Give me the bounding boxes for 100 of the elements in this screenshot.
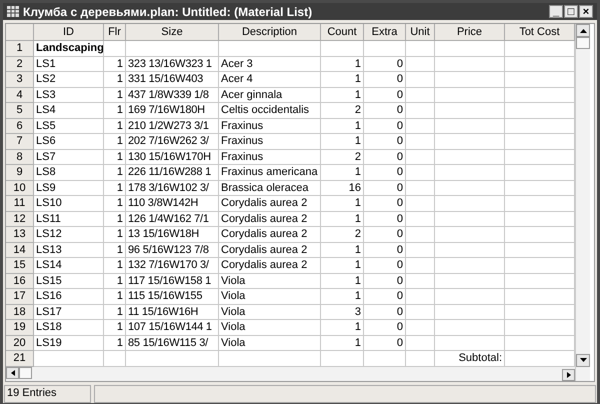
scroll-left-button[interactable] bbox=[6, 366, 19, 378]
table-cell: 1 bbox=[321, 212, 364, 227]
table-cell: 126 1/4W162 7/1 bbox=[126, 212, 219, 227]
empty-cell bbox=[406, 289, 435, 304]
empty-cell bbox=[406, 320, 435, 336]
scroll-thumb[interactable] bbox=[576, 37, 590, 49]
table-cell: Viola bbox=[219, 274, 321, 289]
table-cell: 1 bbox=[104, 274, 126, 289]
empty-cell bbox=[435, 242, 505, 258]
table-cell: 117 15/16W158 1 bbox=[126, 274, 219, 289]
table-cell: 1 bbox=[321, 88, 364, 103]
empty-cell bbox=[435, 227, 505, 242]
table-cell: 3 bbox=[321, 304, 364, 320]
close-button[interactable]: × bbox=[579, 5, 593, 18]
row-number: 17 bbox=[6, 289, 34, 304]
column-header[interactable]: ID bbox=[34, 24, 104, 41]
empty-cell bbox=[406, 242, 435, 258]
table-cell: Viola bbox=[219, 336, 321, 351]
table-cell: 0 bbox=[364, 227, 406, 242]
table-cell: 1 bbox=[104, 336, 126, 351]
table-cell: Viola bbox=[219, 304, 321, 320]
table-cell: Viola bbox=[219, 320, 321, 336]
table-cell: 1 bbox=[321, 196, 364, 212]
empty-cell bbox=[406, 227, 435, 242]
row-number: 20 bbox=[6, 336, 34, 351]
table-cell: 1 bbox=[104, 196, 126, 212]
minimize-button[interactable]: _ bbox=[549, 5, 563, 18]
empty-cell bbox=[406, 41, 435, 56]
empty-cell bbox=[435, 56, 505, 72]
maximize-button[interactable]: □ bbox=[564, 5, 578, 18]
table-cell: 2 bbox=[321, 150, 364, 165]
empty-cell bbox=[435, 150, 505, 165]
table-cell: Celtis occidentalis bbox=[219, 103, 321, 118]
scroll-down-button[interactable] bbox=[576, 354, 590, 366]
row-number: 9 bbox=[6, 165, 34, 180]
table-cell: LS18 bbox=[34, 320, 104, 336]
table-cell: Fraxinus bbox=[219, 150, 321, 165]
empty-cell bbox=[406, 336, 435, 351]
empty-cell bbox=[406, 118, 435, 134]
column-header[interactable]: Description bbox=[219, 24, 321, 41]
table-cell: 132 7/16W170 3/ bbox=[126, 258, 219, 274]
table-cell: Viola bbox=[219, 289, 321, 304]
table-cell: 1 bbox=[104, 103, 126, 118]
table-cell: 1 bbox=[321, 242, 364, 258]
row-number: 1 bbox=[6, 41, 34, 56]
empty-cell bbox=[406, 103, 435, 118]
corner-header bbox=[6, 24, 34, 41]
column-header[interactable]: Tot Cost bbox=[505, 24, 575, 41]
table-cell: 0 bbox=[364, 212, 406, 227]
table-cell: 0 bbox=[364, 336, 406, 351]
table-cell: Corydalis aurea 2 bbox=[219, 258, 321, 274]
table-cell: 1 bbox=[104, 72, 126, 88]
table-cell: LS5 bbox=[34, 118, 104, 134]
table-cell: 0 bbox=[364, 150, 406, 165]
empty-cell bbox=[406, 56, 435, 72]
table-cell: 1 bbox=[321, 320, 364, 336]
table-cell: 0 bbox=[364, 274, 406, 289]
column-header[interactable]: Size bbox=[126, 24, 219, 41]
row-number: 3 bbox=[6, 72, 34, 88]
row-number: 7 bbox=[6, 134, 34, 150]
row-number: 18 bbox=[6, 304, 34, 320]
scroll-thumb[interactable] bbox=[19, 366, 32, 378]
column-header[interactable]: Price bbox=[435, 24, 505, 41]
scroll-up-button[interactable] bbox=[576, 24, 590, 37]
table-cell: 0 bbox=[364, 88, 406, 103]
empty-cell bbox=[435, 336, 505, 351]
table-cell: 1 bbox=[321, 274, 364, 289]
table-cell: 178 3/16W102 3/ bbox=[126, 180, 219, 196]
empty-cell bbox=[406, 134, 435, 150]
table-cell: LS19 bbox=[34, 336, 104, 351]
table-cell: 107 15/16W144 1 bbox=[126, 320, 219, 336]
table-cell: 1 bbox=[104, 118, 126, 134]
empty-cell bbox=[406, 150, 435, 165]
table-cell: 0 bbox=[364, 103, 406, 118]
empty-cell bbox=[435, 103, 505, 118]
right-arrow-icon bbox=[566, 372, 570, 378]
empty-cell bbox=[406, 196, 435, 212]
empty-cell bbox=[435, 118, 505, 134]
table-cell: LS9 bbox=[34, 180, 104, 196]
column-header[interactable]: Extra bbox=[364, 24, 406, 41]
table-cell: LS3 bbox=[34, 88, 104, 103]
empty-cell bbox=[406, 304, 435, 320]
horizontal-scrollbar[interactable] bbox=[6, 366, 575, 380]
table-cell: 11 15/16W16H bbox=[126, 304, 219, 320]
table-cell: Corydalis aurea 2 bbox=[219, 212, 321, 227]
empty-cell bbox=[406, 258, 435, 274]
column-header[interactable]: Count bbox=[321, 24, 364, 41]
column-header[interactable]: Unit bbox=[406, 24, 435, 41]
grid-icon bbox=[7, 6, 19, 17]
empty-cell bbox=[406, 72, 435, 88]
table-cell: Fraxinus americana bbox=[219, 165, 321, 180]
scroll-right-button[interactable] bbox=[562, 368, 575, 380]
column-header[interactable]: Flr bbox=[104, 24, 126, 41]
table-cell: 0 bbox=[364, 134, 406, 150]
table-cell: 1 bbox=[321, 118, 364, 134]
empty-cell bbox=[435, 274, 505, 289]
table-cell: 1 bbox=[321, 165, 364, 180]
table-cell: 1 bbox=[104, 320, 126, 336]
empty-cell bbox=[364, 41, 406, 56]
vertical-scrollbar[interactable] bbox=[575, 24, 590, 380]
